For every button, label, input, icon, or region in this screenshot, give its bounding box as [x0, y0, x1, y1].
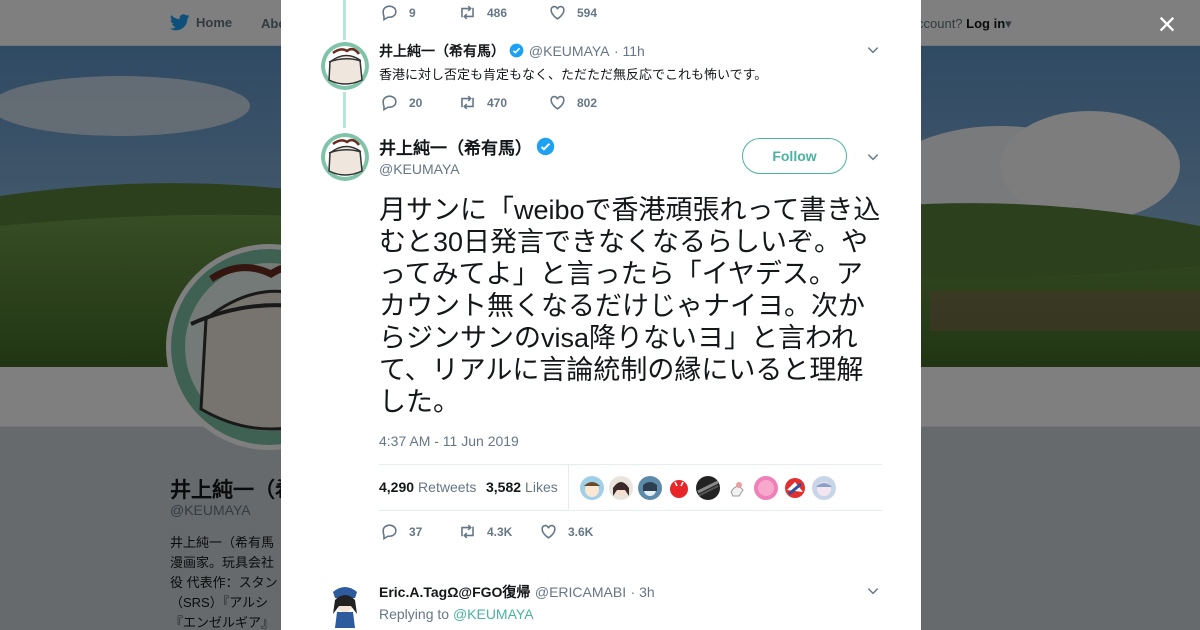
main-tweet-author-handle[interactable]: @KEUMAYA — [379, 161, 460, 177]
retweet-stat-label: Retweets — [418, 479, 477, 495]
like-count: 594 — [577, 5, 598, 20]
retweet-count: 486 — [487, 5, 508, 20]
chevron-down-icon[interactable] — [866, 43, 880, 57]
reply-button[interactable]: 37 — [380, 522, 458, 541]
follow-button[interactable]: Follow — [742, 138, 847, 174]
liker-avatars — [580, 476, 836, 500]
prev-tweet-actions: 9 486 594 — [380, 3, 626, 22]
thread-line — [343, 92, 346, 128]
reply-count: 9 — [409, 5, 416, 20]
main-tweet-actions: 37 4.3K 3.6K — [380, 522, 617, 541]
heart-icon — [550, 5, 565, 20]
tweet-actions: 20 470 802 — [380, 93, 626, 112]
replying-to-label: Replying to — [379, 606, 450, 622]
retweet-button[interactable]: 486 — [458, 3, 548, 22]
verified-icon — [510, 43, 524, 58]
reply-avatar[interactable] — [321, 582, 369, 630]
like-stat-label: Likes — [525, 479, 558, 495]
retweet-icon — [461, 5, 474, 20]
reply-icon — [382, 95, 397, 112]
tweet-avatar[interactable] — [321, 42, 369, 90]
chevron-down-icon[interactable] — [866, 150, 880, 164]
reply-header: Eric.A.TagΩ@FGO復帰 @ERICAMABI · 3h — [379, 582, 655, 602]
close-icon[interactable]: × — [1152, 8, 1182, 40]
main-tweet-timestamp[interactable]: 4:37 AM - 11 Jun 2019 — [379, 433, 519, 449]
reply-count: 20 — [409, 95, 423, 110]
like-count: 3.6K — [568, 524, 594, 539]
like-button[interactable]: 594 — [548, 3, 626, 22]
like-stat-count: 3,582 — [486, 479, 522, 495]
main-tweet-author-name[interactable]: 井上純一（希有馬） — [379, 139, 532, 158]
stats-divider — [568, 465, 569, 511]
heart-icon — [541, 524, 556, 539]
retweet-button[interactable]: 470 — [458, 93, 548, 112]
reply-button[interactable]: 20 — [380, 93, 458, 112]
like-button[interactable]: 802 — [548, 93, 626, 112]
tweet-author-name[interactable]: 井上純一（希有馬） — [379, 43, 505, 59]
tweet-time[interactable]: · 11h — [614, 43, 645, 59]
liker-avatar[interactable] — [725, 476, 749, 500]
like-stat[interactable]: 3,582 Likes — [486, 479, 558, 495]
reply-time[interactable]: · 3h — [631, 584, 655, 600]
retweet-button[interactable]: 4.3K — [458, 522, 539, 541]
liker-avatar[interactable] — [638, 476, 662, 500]
verified-icon — [537, 137, 555, 156]
replying-to: Replying to @KEUMAYA — [379, 606, 534, 622]
tweet-modal: 9 486 594 井上純一（希有馬） @KEUMAYA · 11h 香港に対し… — [281, 0, 921, 630]
main-tweet-header: 井上純一（希有馬） — [379, 134, 555, 159]
liker-avatar[interactable] — [812, 476, 836, 500]
retweet-icon — [461, 524, 474, 539]
reply-author-handle[interactable]: @ERICAMABI — [535, 584, 626, 600]
chevron-down-icon[interactable] — [866, 584, 880, 598]
liker-avatar[interactable] — [667, 476, 691, 500]
liker-avatar[interactable] — [609, 476, 633, 500]
main-tweet-avatar[interactable] — [321, 133, 369, 181]
tweet-stats: 4,290 Retweets 3,582 Likes — [379, 464, 882, 511]
retweet-count: 4.3K — [487, 524, 513, 539]
thread-line — [343, 0, 346, 40]
tweet-header: 井上純一（希有馬） @KEUMAYA · 11h — [379, 41, 645, 61]
tweet-text: 香港に対し否定も肯定もなく、ただただ無反応でこれも怖いです。 — [379, 67, 768, 82]
reply-icon — [382, 5, 397, 22]
retweet-stat[interactable]: 4,290 Retweets — [379, 479, 476, 495]
liker-avatar[interactable] — [580, 476, 604, 500]
tweet-author-handle[interactable]: @KEUMAYA — [529, 43, 610, 59]
retweet-stat-count: 4,290 — [379, 479, 415, 495]
like-count: 802 — [577, 95, 598, 110]
liker-avatar[interactable] — [783, 476, 807, 500]
heart-icon — [550, 95, 565, 110]
reply-count: 37 — [409, 524, 423, 539]
reply-button[interactable]: 9 — [380, 3, 458, 22]
like-button[interactable]: 3.6K — [539, 522, 617, 541]
reply-icon — [382, 524, 397, 541]
main-tweet-text: 月サンに「weiboで香港頑張れって書き込むと30日発言できなくなるらしいぞ。や… — [379, 195, 881, 417]
retweet-icon — [461, 95, 474, 110]
liker-avatar[interactable] — [754, 476, 778, 500]
liker-avatar[interactable] — [696, 476, 720, 500]
retweet-count: 470 — [487, 95, 508, 110]
reply-author-name[interactable]: Eric.A.TagΩ@FGO復帰 — [379, 584, 530, 600]
replying-to-link[interactable]: @KEUMAYA — [453, 606, 534, 622]
